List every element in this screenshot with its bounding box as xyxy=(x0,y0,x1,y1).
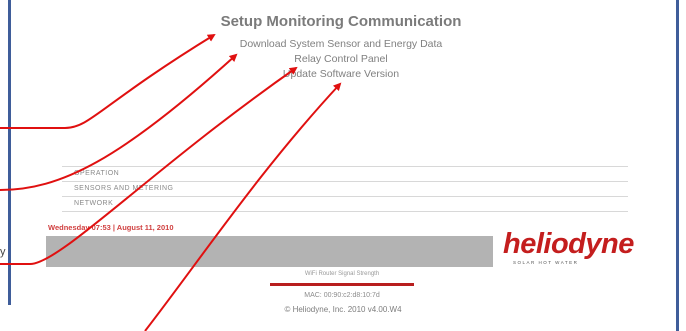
download-sensor-energy-data-link[interactable]: Download System Sensor and Energy Data xyxy=(196,38,486,50)
update-software-version-link[interactable]: Update Software Version xyxy=(196,68,486,80)
page-frame-left-border xyxy=(8,0,11,305)
setup-monitoring-communication-link[interactable]: Setup Monitoring Communication xyxy=(196,13,486,30)
mac-address: MAC: 00:90:c2:d8:10:7d xyxy=(304,292,380,299)
annotation-arrow-title xyxy=(0,33,216,129)
wifi-signal-label: WiFi Router Signal Strength xyxy=(304,271,380,277)
header-band xyxy=(46,236,493,267)
date-time-display: Wednesday 07:53 | August 11, 2010 xyxy=(48,223,174,232)
brand-name: heliodyne xyxy=(503,228,634,260)
wifi-signal-fill xyxy=(270,283,414,286)
page-frame-right-border xyxy=(676,0,679,331)
copyright-text: © Heliodyne, Inc. 2010 v4.00.W4 xyxy=(284,305,402,314)
screenshot-canvas: Setup Monitoring Communication Download … xyxy=(0,0,686,331)
main-navigation: OPERATION SENSORS AND METERING NETWORK xyxy=(62,166,628,212)
nav-item-network[interactable]: NETWORK xyxy=(62,196,628,212)
nav-item-sensors-and-metering[interactable]: SENSORS AND METERING xyxy=(62,181,628,196)
wifi-signal-meter xyxy=(270,283,414,286)
relay-control-panel-link[interactable]: Relay Control Panel xyxy=(196,53,486,65)
brand-tagline: SOLAR HOT WATER xyxy=(513,260,579,265)
cropped-side-text: y xyxy=(0,246,6,258)
nav-item-operation[interactable]: OPERATION xyxy=(62,166,628,181)
heliodyne-logo: heliodyne SOLAR HOT WATER xyxy=(503,228,663,270)
